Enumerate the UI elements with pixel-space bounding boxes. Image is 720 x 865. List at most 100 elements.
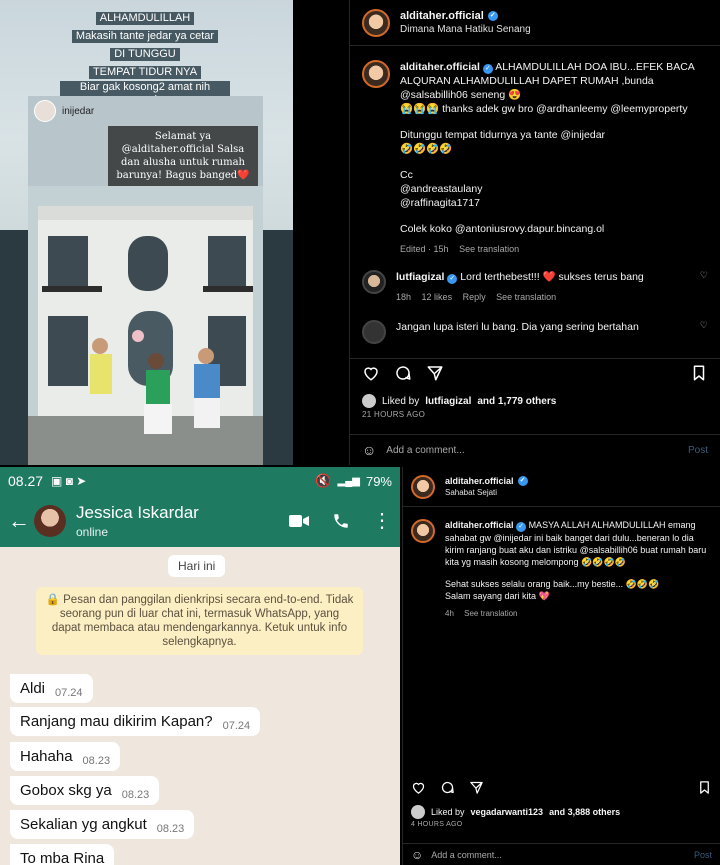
comment-username[interactable]: lutfiagizal (396, 271, 444, 283)
message-text: To mba Rina (20, 850, 105, 865)
emoji-icon[interactable]: ☺ (411, 848, 423, 862)
back-arrow-icon[interactable]: ← (8, 508, 30, 534)
comment-icon[interactable] (440, 780, 455, 795)
heart-icon[interactable] (362, 364, 380, 382)
caption-username[interactable]: alditaher.official (445, 520, 514, 530)
reposted-story: inijedar Selamat ya @alditaher.official … (28, 96, 263, 465)
verified-icon: ✓ (517, 476, 528, 486)
more-options-icon[interactable]: ⋮ (372, 511, 392, 531)
post-location[interactable]: Dimana Mana Hatiku Senang (400, 24, 531, 35)
caption-line: ALHAMDULILLAH (95, 12, 195, 25)
post-actions (350, 358, 720, 386)
liked-by-prefix: Liked by (431, 807, 465, 817)
comment-like-icon[interactable]: ♡ (700, 270, 708, 281)
avatar (411, 805, 425, 819)
liked-by-prefix: Liked by (382, 395, 420, 407)
chat-message[interactable]: Gobox skg ya 08.23 (10, 776, 160, 805)
message-time: 08.23 (156, 823, 185, 835)
contact-name[interactable]: Jessica Iskardar (76, 503, 199, 523)
comment: lutfiagizal ✓ Lord terthebest!!! ❤️ suks… (350, 256, 720, 304)
screenshot-collage: ALHAMDULILLAH Makasih tante jedar ya cet… (0, 0, 720, 865)
add-comment-input[interactable]: Add a comment... (431, 850, 502, 860)
liked-by[interactable]: Liked by lutfiagizal and 1,779 others (362, 394, 556, 408)
whatsapp-chat: 08.27 ▣ ◙ ➤ 🔇 ▂▄▆ 79% ← Jessica Iskardar… (0, 467, 400, 865)
avatar[interactable] (362, 320, 386, 344)
caption-username[interactable]: alditaher.official (400, 61, 480, 73)
liked-by-count[interactable]: and 1,779 others (477, 396, 556, 407)
comment-text: Jangan lupa isteri lu bang. Dia yang ser… (396, 321, 639, 333)
signal-icon: ▂▄▆ (337, 475, 360, 487)
share-icon[interactable] (469, 780, 484, 795)
post-comment-button[interactable]: Post (688, 445, 708, 456)
message-time: 07.24 (55, 687, 83, 699)
comment-icon[interactable] (394, 364, 412, 382)
emoji-icon[interactable]: ☺ (362, 442, 376, 458)
caption-line: Salam sayang dari kita 💖 (445, 591, 550, 601)
verified-icon: ✓ (447, 274, 458, 284)
chat-message[interactable]: Ranjang mau dikirim Kapan? 07.24 (10, 707, 261, 736)
video-call-icon[interactable] (288, 513, 310, 529)
post-caption: alditaher.official ✓ ALHAMDULILLAH DOA I… (350, 46, 720, 256)
status-bar: 08.27 ▣ ◙ ➤ 🔇 ▂▄▆ 79% (0, 467, 400, 495)
house-photo (28, 186, 263, 465)
verified-icon: ✓ (516, 522, 527, 532)
caption-line: Makasih tante jedar ya cetar (71, 30, 219, 43)
avatar (362, 394, 376, 408)
instagram-post-2: alditaher.official ✓ Sahabat Sejati aldi… (402, 467, 720, 865)
avatar (34, 100, 56, 122)
liked-by-count[interactable]: and 3,888 others (549, 807, 620, 817)
encryption-notice[interactable]: 🔒 Pesan dan panggilan dienkripsi secara … (36, 587, 363, 655)
post-username[interactable]: alditaher.official (445, 476, 514, 486)
post-location[interactable]: Sahabat Sejati (445, 488, 528, 497)
date-chip: Hari ini (168, 555, 226, 577)
comment-like-icon[interactable]: ♡ (700, 320, 708, 331)
comment-time: 18h (396, 292, 412, 302)
post-username[interactable]: alditaher.official (400, 10, 484, 22)
liked-by-user[interactable]: vegadarwanti123 (471, 807, 544, 817)
contact-status: online (76, 525, 109, 539)
bookmark-icon[interactable] (697, 780, 712, 795)
chat-message[interactable]: Aldi 07.24 (10, 674, 93, 703)
message-text: Aldi (20, 680, 46, 697)
chat-message[interactable]: To mba Rina (10, 844, 115, 865)
avatar[interactable] (34, 505, 66, 537)
see-translation-link[interactable]: See translation (496, 292, 556, 302)
caption-line: TEMPAT TIDUR NYA (88, 66, 202, 79)
liked-by[interactable]: Liked by vegadarwanti123 and 3,888 other… (411, 805, 620, 819)
caption-line: Cc (400, 169, 413, 181)
see-translation-link[interactable]: See translation (464, 609, 517, 618)
reply-link[interactable]: Reply (463, 292, 486, 302)
message-text: Ranjang mau dikirim Kapan? (20, 713, 213, 730)
post-timestamp: 4 HOURS AGO (411, 821, 463, 828)
avatar[interactable] (411, 519, 435, 543)
caption-line: 🤣🤣🤣🤣 (400, 143, 453, 155)
avatar[interactable] (362, 60, 390, 88)
bookmark-icon[interactable] (690, 364, 708, 382)
post-header: alditaher.official ✓ Dimana Mana Hatiku … (350, 0, 720, 46)
story-tag[interactable]: inijedar (34, 100, 94, 122)
add-comment-input[interactable]: Add a comment... (386, 445, 464, 456)
comment: Jangan lupa isteri lu bang. Dia yang ser… (350, 304, 720, 344)
comment-likes[interactable]: 12 likes (422, 292, 453, 302)
liked-by-user[interactable]: lutfiagizal (425, 396, 471, 407)
avatar[interactable] (362, 270, 386, 294)
chat-message[interactable]: Hahaha 08.23 (10, 742, 121, 771)
avatar[interactable] (362, 8, 390, 37)
mute-icon: 🔇 (315, 473, 332, 488)
story-photo: ALHAMDULILLAH Makasih tante jedar ya cet… (0, 0, 293, 465)
avatar[interactable] (411, 474, 435, 499)
see-translation-link[interactable]: See translation (459, 244, 519, 254)
phone-icon[interactable] (332, 512, 350, 530)
chat-message[interactable]: Sekalian yg angkut 08.23 (10, 810, 195, 839)
caption-line: DI TUNGGU (110, 48, 180, 61)
heart-icon[interactable] (411, 780, 426, 795)
share-icon[interactable] (426, 364, 444, 382)
battery-level: 79% (365, 473, 392, 489)
post-comment-button[interactable]: Post (694, 850, 712, 860)
add-comment-bar: ☺ Add a comment... Post (403, 843, 720, 865)
message-text: Gobox skg ya (20, 782, 112, 799)
story-quote: Selamat ya @alditaher.official Salsa dan… (108, 126, 258, 186)
